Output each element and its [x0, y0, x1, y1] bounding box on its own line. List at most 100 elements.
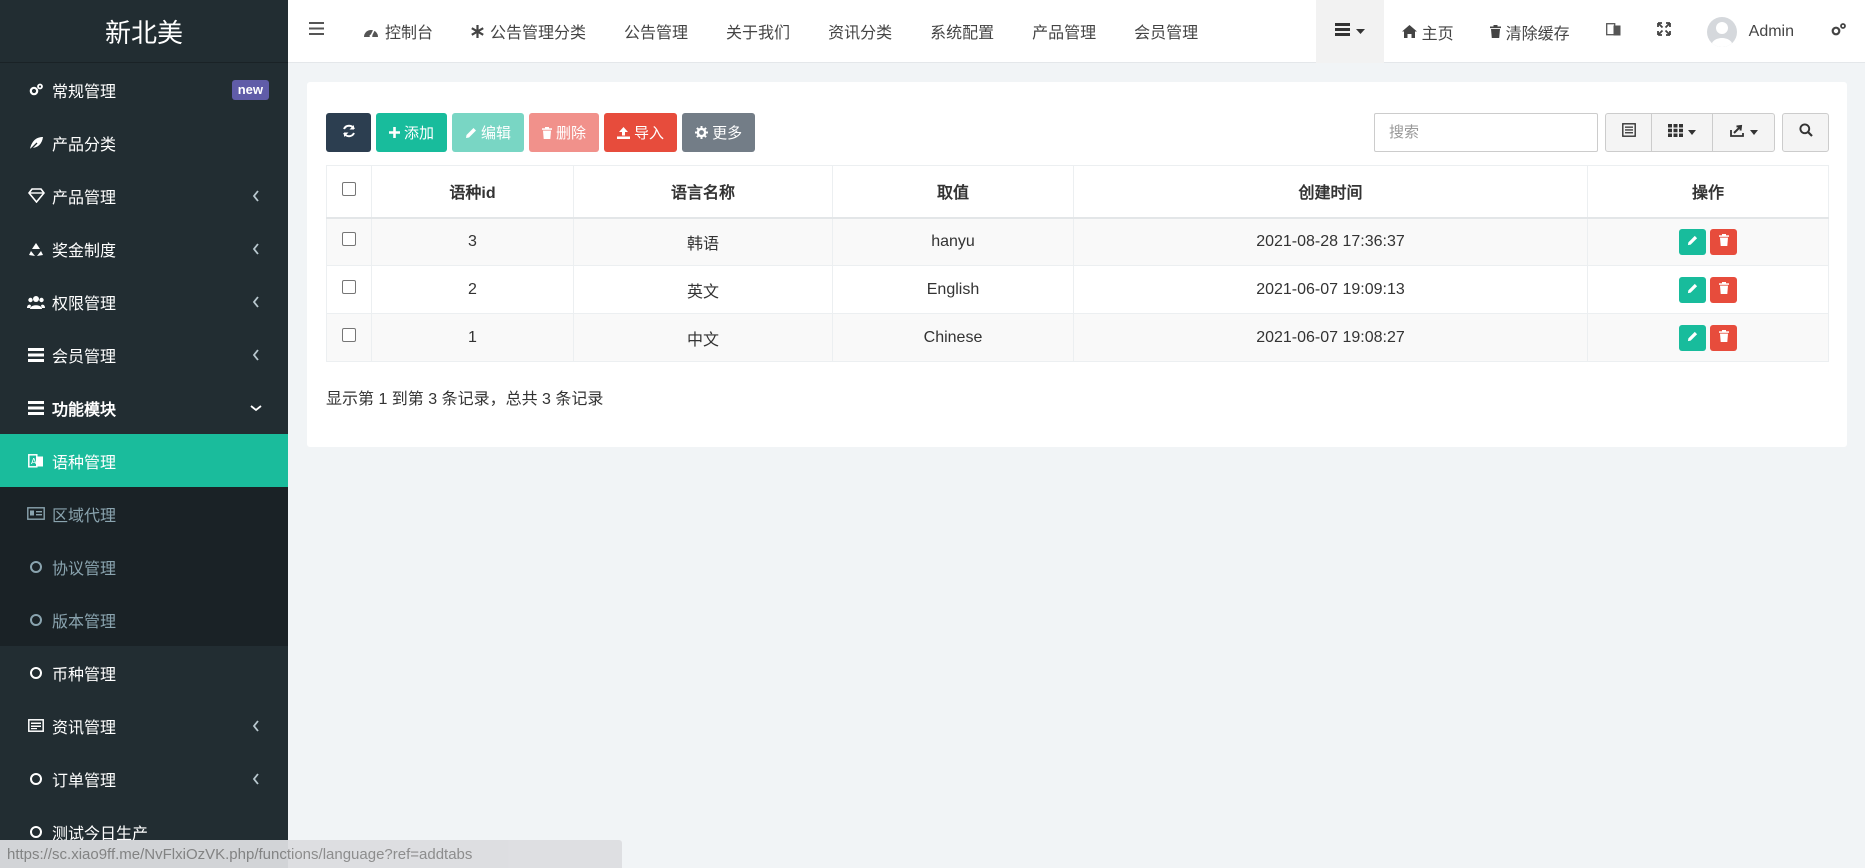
- sidebar-item-members[interactable]: 会员管理: [0, 328, 288, 381]
- trash-icon: [1489, 25, 1501, 38]
- fullscreen-button[interactable]: [1639, 0, 1689, 63]
- sidebar-item-general[interactable]: 常规管理 new: [0, 63, 288, 116]
- row-edit-button[interactable]: [1679, 324, 1706, 351]
- row-edit-button[interactable]: [1679, 276, 1706, 303]
- grid-icon: [1668, 123, 1683, 142]
- clear-cache-button[interactable]: 清除缓存: [1472, 0, 1588, 63]
- search-input[interactable]: [1374, 113, 1598, 152]
- add-button[interactable]: 添加: [376, 113, 448, 152]
- row-delete-button[interactable]: [1710, 228, 1737, 255]
- app-logo[interactable]: 新北美: [0, 0, 288, 63]
- settings-button[interactable]: [1812, 0, 1865, 63]
- more-button[interactable]: 更多: [682, 113, 756, 152]
- sidebar-item-label: 版本管理: [52, 613, 117, 631]
- tab-dashboard[interactable]: 控制台: [344, 0, 452, 63]
- newspaper-icon: [26, 716, 46, 736]
- column-header[interactable]: 创建时间: [1073, 165, 1588, 219]
- toggle-card-view-button[interactable]: [1606, 114, 1652, 151]
- table-row[interactable]: 3 韩语 hanyu 2021-08-28 17:36:37: [326, 217, 1829, 266]
- translate-button[interactable]: [1588, 0, 1639, 63]
- chevron-left-icon: [250, 719, 262, 732]
- home-label: 主页: [1421, 25, 1454, 43]
- row-checkbox[interactable]: [342, 280, 356, 294]
- select-all-checkbox[interactable]: [342, 181, 356, 196]
- more-label: 更多: [712, 125, 743, 142]
- row-checkbox[interactable]: [342, 232, 356, 247]
- trash-icon: [1718, 329, 1729, 347]
- upload-icon: [617, 126, 631, 139]
- avatar: [1706, 16, 1737, 47]
- import-button[interactable]: 导入: [604, 113, 678, 152]
- plus-icon: [389, 127, 400, 138]
- tab-members[interactable]: 会员管理: [1115, 0, 1217, 63]
- user-name: Admin: [1748, 22, 1794, 40]
- diamond-icon: [26, 186, 46, 206]
- tab-about[interactable]: 关于我们: [707, 0, 809, 63]
- top-navbar: 控制台 公告管理分类 公告管理 关于我们 资讯分类 系统配置 产品管理 会员管理: [288, 0, 1865, 63]
- delete-label: 删除: [556, 125, 587, 142]
- sidebar-item-bonus[interactable]: 奖金制度: [0, 222, 288, 275]
- tab-product[interactable]: 产品管理: [1013, 0, 1115, 63]
- row-edit-button[interactable]: [1679, 228, 1706, 255]
- column-header[interactable]: 语种id: [371, 165, 574, 219]
- refresh-button[interactable]: [326, 113, 371, 152]
- home-link[interactable]: 主页: [1384, 0, 1472, 63]
- sidebar-item-product-category[interactable]: 产品分类: [0, 116, 288, 169]
- list-icon: [26, 345, 46, 365]
- caret-down-icon: [1355, 28, 1365, 35]
- sidebar-toggle-button[interactable]: [288, 0, 344, 63]
- sidebar-item-version[interactable]: 版本管理: [0, 593, 288, 646]
- tab-label: 会员管理: [1134, 25, 1199, 42]
- add-label: 添加: [404, 125, 435, 142]
- columns-toggle-button[interactable]: [1652, 114, 1713, 151]
- tab-system-config[interactable]: 系统配置: [911, 0, 1013, 63]
- search-icon: [1798, 123, 1813, 142]
- hamburger-icon: [308, 22, 324, 40]
- row-delete-button[interactable]: [1710, 324, 1737, 351]
- table-row[interactable]: 1 中文 Chinese 2021-06-07 19:08:27: [326, 313, 1829, 362]
- search-button[interactable]: [1782, 113, 1829, 152]
- tabs-dropdown-button[interactable]: [1315, 0, 1384, 63]
- caret-down-icon: [1749, 130, 1758, 135]
- export-button[interactable]: [1713, 114, 1774, 151]
- sidebar-item-permissions[interactable]: 权限管理: [0, 275, 288, 328]
- status-bar-url: https://sc.xiao9ff.me/NvFlxiOzVK.php/fun…: [0, 840, 622, 868]
- row-checkbox[interactable]: [342, 328, 356, 342]
- table-header-row: 语种id 语言名称 取值 创建时间 操作: [326, 165, 1829, 219]
- sidebar-item-news[interactable]: 资讯管理: [0, 699, 288, 752]
- tab-label: 关于我们: [726, 25, 791, 42]
- tab-notice[interactable]: 公告管理: [605, 0, 707, 63]
- tab-news-category[interactable]: 资讯分类: [809, 0, 911, 63]
- view-controls: [1605, 113, 1775, 152]
- sidebar-item-region-agent[interactable]: 区域代理: [0, 487, 288, 540]
- row-delete-button[interactable]: [1710, 276, 1737, 303]
- column-header[interactable]: 取值: [832, 165, 1074, 219]
- sidebar-item-language[interactable]: A 语种管理: [0, 434, 288, 487]
- sidebar-item-label: 奖金制度: [52, 242, 117, 260]
- sidebar-item-label: 币种管理: [52, 666, 117, 684]
- sidebar-item-currency[interactable]: 币种管理: [0, 646, 288, 699]
- column-header: 操作: [1587, 165, 1829, 219]
- sidebar-item-agreement[interactable]: 协议管理: [0, 540, 288, 593]
- edit-button[interactable]: 编辑: [452, 113, 525, 152]
- sidebar-menu: 常规管理 new 产品分类 产品管理 奖金制度 权限管理 会员管理 功能模块 A…: [0, 63, 288, 858]
- chevron-left-icon: [250, 295, 262, 308]
- home-icon: [1401, 25, 1417, 38]
- table-row[interactable]: 2 英文 English 2021-06-07 19:09:13: [326, 265, 1829, 314]
- sidebar-item-product[interactable]: 产品管理: [0, 169, 288, 222]
- cell-created: 2021-08-28 17:36:37: [1073, 217, 1588, 266]
- table-toolbar: 添加 编辑 删除 导入 更多: [326, 113, 756, 152]
- data-table: 语种id 语言名称 取值 创建时间 操作 3 韩语 hanyu 2021-08-…: [326, 165, 1829, 362]
- column-header[interactable]: 语言名称: [573, 165, 833, 219]
- trash-icon: [1718, 233, 1729, 251]
- sidebar-item-orders[interactable]: 订单管理: [0, 752, 288, 805]
- list-icon: [1334, 22, 1350, 41]
- chevron-left-icon: [250, 189, 262, 202]
- user-menu[interactable]: Admin: [1689, 0, 1812, 63]
- recycle-icon: [26, 239, 46, 259]
- delete-button[interactable]: 删除: [529, 113, 600, 152]
- tab-label: 公告管理分类: [490, 25, 587, 42]
- sidebar-item-modules[interactable]: 功能模块: [0, 381, 288, 434]
- tab-notice-category[interactable]: 公告管理分类: [452, 0, 605, 63]
- sidebar-item-label: 会员管理: [52, 348, 117, 366]
